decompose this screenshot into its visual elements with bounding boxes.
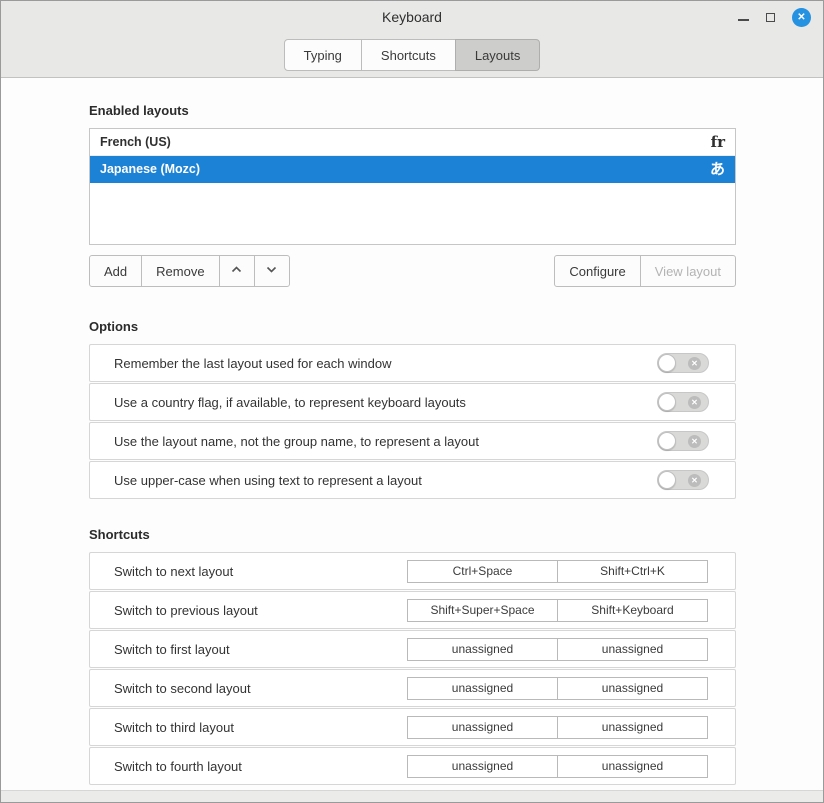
- toggle-off-icon: ✕: [688, 357, 701, 370]
- layout-indicator-japanese: あ: [710, 162, 725, 177]
- keybinding-box[interactable]: Shift+Ctrl+K: [557, 560, 708, 583]
- toggle-off-icon: ✕: [688, 435, 701, 448]
- toggle-knob: [658, 354, 676, 372]
- option-row-upper-case: Use upper-case when using text to repres…: [89, 461, 736, 499]
- shortcut-label: Switch to fourth layout: [114, 759, 242, 774]
- shortcuts-heading: Shortcuts: [89, 527, 736, 543]
- enabled-layouts-list: French (US) fr Japanese (Mozc) あ: [89, 128, 736, 245]
- chevron-up-icon: [230, 263, 243, 279]
- maximize-icon[interactable]: [766, 13, 775, 22]
- shortcut-bindings: unassigned unassigned: [407, 677, 708, 700]
- option-row-layout-name: Use the layout name, not the group name,…: [89, 422, 736, 460]
- keybinding-box[interactable]: unassigned: [557, 755, 708, 778]
- shortcut-row-third-layout: Switch to third layout unassigned unassi…: [89, 708, 736, 746]
- shortcut-row-next-layout: Switch to next layout Ctrl+Space Shift+C…: [89, 552, 736, 590]
- toggle-off-icon: ✕: [688, 474, 701, 487]
- minimize-icon[interactable]: [738, 19, 749, 21]
- layout-list-actions: Add Remove Configure View layout: [89, 255, 736, 287]
- keybinding-box[interactable]: unassigned: [407, 716, 558, 739]
- tab-layouts[interactable]: Layouts: [455, 39, 541, 71]
- shortcut-row-second-layout: Switch to second layout unassigned unass…: [89, 669, 736, 707]
- keybinding-box[interactable]: unassigned: [557, 677, 708, 700]
- move-down-button[interactable]: [254, 255, 290, 287]
- shortcut-bindings: unassigned unassigned: [407, 716, 708, 739]
- layout-name: Japanese (Mozc): [100, 162, 200, 176]
- shortcut-row-fourth-layout: Switch to fourth layout unassigned unass…: [89, 747, 736, 785]
- tab-typing[interactable]: Typing: [284, 39, 362, 71]
- keybinding-box[interactable]: Shift+Super+Space: [407, 599, 558, 622]
- titlebar: Keyboard ✕: [1, 1, 823, 33]
- layout-indicator-fr: fr: [711, 135, 725, 150]
- edit-buttons-group: Add Remove: [89, 255, 290, 287]
- option-label: Use the layout name, not the group name,…: [114, 434, 479, 449]
- option-label: Use upper-case when using text to repres…: [114, 473, 422, 488]
- actions-spacer: [290, 255, 555, 287]
- shortcut-bindings: Ctrl+Space Shift+Ctrl+K: [407, 560, 708, 583]
- toggle-layout-name[interactable]: ✕: [657, 431, 709, 451]
- shortcut-label: Switch to second layout: [114, 681, 251, 696]
- option-row-country-flag: Use a country flag, if available, to rep…: [89, 383, 736, 421]
- keybinding-box[interactable]: unassigned: [407, 755, 558, 778]
- add-layout-button[interactable]: Add: [89, 255, 142, 287]
- window-title: Keyboard: [382, 9, 442, 25]
- tab-shortcuts[interactable]: Shortcuts: [361, 39, 456, 71]
- option-label: Remember the last layout used for each w…: [114, 356, 391, 371]
- layout-row-japanese-selected[interactable]: Japanese (Mozc) あ: [90, 156, 735, 183]
- chevron-down-icon: [265, 263, 278, 279]
- layout-row-french[interactable]: French (US) fr: [90, 129, 735, 156]
- keybinding-box[interactable]: unassigned: [557, 716, 708, 739]
- shortcut-bindings: unassigned unassigned: [407, 638, 708, 661]
- toggle-remember-layout[interactable]: ✕: [657, 353, 709, 373]
- shortcut-bindings: unassigned unassigned: [407, 755, 708, 778]
- shortcut-row-first-layout: Switch to first layout unassigned unassi…: [89, 630, 736, 668]
- toggle-upper-case[interactable]: ✕: [657, 470, 709, 490]
- keybinding-box[interactable]: Shift+Keyboard: [557, 599, 708, 622]
- layouts-panel: Enabled layouts French (US) fr Japanese …: [1, 78, 823, 791]
- shortcut-label: Switch to first layout: [114, 642, 230, 657]
- configure-button[interactable]: Configure: [554, 255, 640, 287]
- keybinding-box[interactable]: unassigned: [407, 638, 558, 661]
- keybinding-box[interactable]: unassigned: [407, 677, 558, 700]
- shortcut-row-previous-layout: Switch to previous layout Shift+Super+Sp…: [89, 591, 736, 629]
- view-layout-button[interactable]: View layout: [640, 255, 736, 287]
- remove-layout-button[interactable]: Remove: [141, 255, 219, 287]
- shortcut-bindings: Shift+Super+Space Shift+Keyboard: [407, 599, 708, 622]
- shortcut-label: Switch to third layout: [114, 720, 234, 735]
- enabled-layouts-heading: Enabled layouts: [89, 103, 736, 119]
- shortcut-label: Switch to next layout: [114, 564, 233, 579]
- toggle-knob: [658, 432, 676, 450]
- toggle-off-icon: ✕: [688, 396, 701, 409]
- options-heading: Options: [89, 319, 736, 335]
- keyboard-settings-window: Keyboard ✕ Typing Shortcuts Layouts Enab…: [0, 0, 824, 803]
- option-row-remember-layout: Remember the last layout used for each w…: [89, 344, 736, 382]
- window-controls: ✕: [738, 1, 811, 33]
- toggle-knob: [658, 471, 676, 489]
- toggle-country-flag[interactable]: ✕: [657, 392, 709, 412]
- layout-name: French (US): [100, 135, 171, 149]
- toggle-knob: [658, 393, 676, 411]
- layout-tools-group: Configure View layout: [554, 255, 736, 287]
- move-up-button[interactable]: [219, 255, 255, 287]
- option-label: Use a country flag, if available, to rep…: [114, 395, 466, 410]
- close-icon[interactable]: ✕: [792, 8, 811, 27]
- tab-group: Typing Shortcuts Layouts: [284, 39, 541, 71]
- keybinding-box[interactable]: unassigned: [557, 638, 708, 661]
- tab-bar: Typing Shortcuts Layouts: [1, 33, 823, 78]
- shortcut-label: Switch to previous layout: [114, 603, 258, 618]
- keybinding-box[interactable]: Ctrl+Space: [407, 560, 558, 583]
